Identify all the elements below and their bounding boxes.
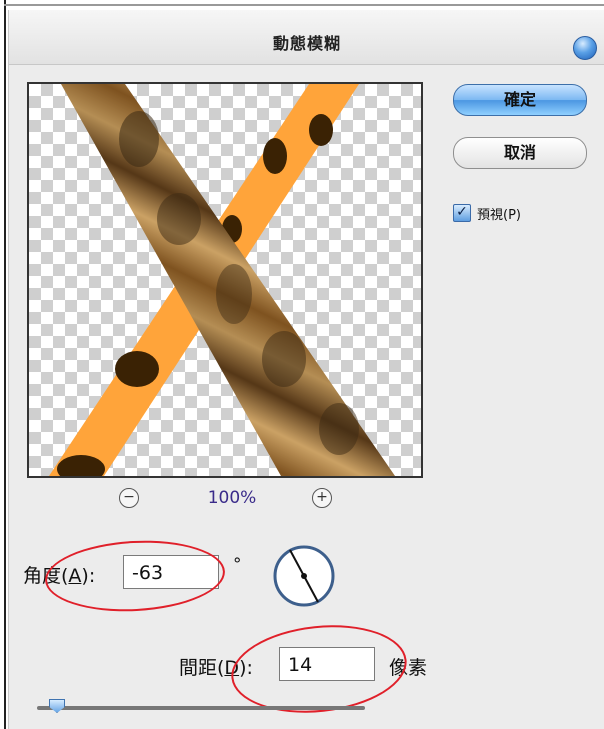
angle-dial[interactable] bbox=[272, 544, 336, 608]
motion-blur-dialog: 動態模糊 − 100% + 確定 取消 ✓ 預視(P) 角度(A): -63 °… bbox=[8, 10, 604, 729]
close-button[interactable] bbox=[573, 36, 597, 60]
distance-slider-track[interactable] bbox=[37, 706, 365, 710]
zoom-level: 100% bbox=[207, 488, 257, 508]
degree-symbol: ° bbox=[233, 555, 242, 575]
zoom-out-button[interactable]: − bbox=[119, 488, 139, 508]
filter-preview[interactable] bbox=[27, 82, 423, 478]
ok-button[interactable]: 確定 bbox=[453, 84, 587, 116]
zoom-in-button[interactable]: + bbox=[312, 488, 332, 508]
preview-image bbox=[49, 84, 395, 476]
preview-checkbox[interactable]: ✓ bbox=[453, 204, 471, 222]
distance-slider-thumb[interactable] bbox=[49, 699, 65, 713]
preview-checkbox-label: 預視(P) bbox=[477, 208, 521, 223]
dialog-titlebar: 動態模糊 bbox=[9, 10, 604, 65]
cancel-button[interactable]: 取消 bbox=[453, 137, 587, 169]
angle-annotation-ellipse bbox=[43, 536, 227, 616]
left-border-line bbox=[4, 0, 6, 729]
zoom-controls: − 100% + bbox=[27, 484, 419, 512]
top-border-line bbox=[4, 4, 604, 6]
dialog-title: 動態模糊 bbox=[272, 34, 341, 53]
